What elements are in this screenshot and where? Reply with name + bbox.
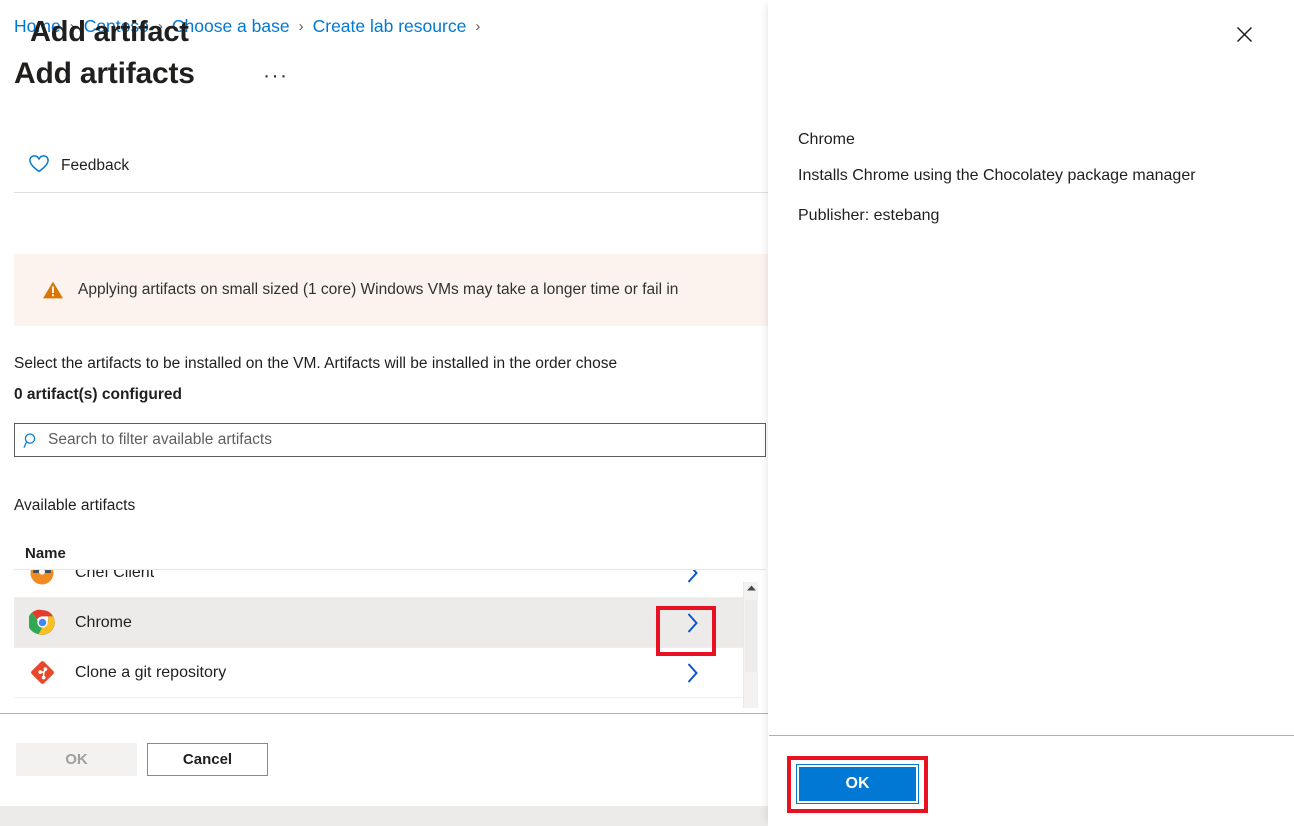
chef-client-icon bbox=[28, 570, 56, 587]
page-title: Add artifacts bbox=[14, 57, 195, 90]
table-row[interactable]: Chrome bbox=[14, 598, 743, 648]
search-icon bbox=[15, 432, 48, 449]
artifact-detail-description: Installs Chrome using the Chocolatey pac… bbox=[798, 167, 1196, 184]
scrollbar-thumb[interactable] bbox=[745, 600, 757, 672]
artifact-list: Chef Client Chrome Clone a git repositor… bbox=[14, 569, 766, 708]
artifact-detail-publisher: Publisher: estebang bbox=[798, 207, 940, 224]
pane-footer-divider bbox=[769, 735, 1294, 736]
more-options-button[interactable]: ··· bbox=[263, 64, 288, 88]
caret-up-icon[interactable] bbox=[744, 584, 758, 592]
heart-icon bbox=[28, 154, 50, 179]
search-box[interactable] bbox=[14, 423, 766, 457]
breadcrumb-item-choose-a-base[interactable]: Choose a base bbox=[172, 16, 290, 37]
ok-button[interactable]: OK bbox=[16, 743, 137, 776]
warning-triangle-icon bbox=[42, 280, 64, 300]
breadcrumb-separator: › bbox=[298, 18, 304, 35]
cancel-button[interactable]: Cancel bbox=[147, 743, 268, 776]
artifact-instructions: Select the artifacts to be installed on … bbox=[14, 355, 618, 372]
main-blade: Home › Contoso › Choose a base › Create … bbox=[0, 0, 768, 826]
command-bar: Feedback bbox=[0, 145, 768, 187]
warning-message: Applying artifacts on small sized (1 cor… bbox=[78, 281, 679, 298]
warning-banner: Applying artifacts on small sized (1 cor… bbox=[14, 254, 768, 326]
search-input[interactable] bbox=[48, 425, 765, 455]
pane-ok-button[interactable]: OK bbox=[796, 764, 919, 804]
artifact-list-scroll-content: Chef Client Chrome Clone a git repositor… bbox=[14, 569, 743, 708]
table-row[interactable]: Clone a git repository bbox=[14, 648, 743, 698]
breadcrumb-separator: › bbox=[475, 18, 481, 35]
artifact-name: Chef Client bbox=[75, 569, 155, 581]
artifact-details-chevron[interactable] bbox=[675, 570, 711, 598]
pane-title: Add artifact bbox=[30, 16, 189, 48]
bottom-strip bbox=[0, 806, 768, 826]
artifact-details-chevron[interactable] bbox=[675, 648, 711, 698]
available-artifacts-label: Available artifacts bbox=[14, 497, 136, 514]
artifact-name: Clone a git repository bbox=[75, 663, 227, 681]
add-artifact-pane bbox=[768, 0, 1294, 826]
table-row[interactable] bbox=[14, 698, 743, 708]
table-row[interactable]: Chef Client bbox=[14, 569, 743, 598]
feedback-button[interactable]: Feedback bbox=[24, 150, 133, 183]
artifact-name: Chrome bbox=[75, 613, 132, 631]
git-icon bbox=[28, 659, 56, 687]
close-icon[interactable] bbox=[1225, 15, 1263, 53]
feedback-label: Feedback bbox=[61, 157, 130, 174]
chrome-icon bbox=[28, 609, 56, 637]
artifact-detail-name: Chrome bbox=[798, 131, 855, 148]
command-bar-divider bbox=[14, 192, 768, 193]
artifact-list-scrollbar[interactable] bbox=[743, 582, 758, 708]
breadcrumb-item-create-lab-resource[interactable]: Create lab resource bbox=[313, 16, 467, 37]
footer-divider bbox=[0, 713, 768, 714]
column-header-name: Name bbox=[25, 545, 66, 562]
artifact-details-chevron[interactable] bbox=[675, 598, 711, 648]
artifacts-configured-count: 0 artifact(s) configured bbox=[14, 386, 182, 403]
blade-action-bar: OK Cancel bbox=[16, 743, 268, 776]
